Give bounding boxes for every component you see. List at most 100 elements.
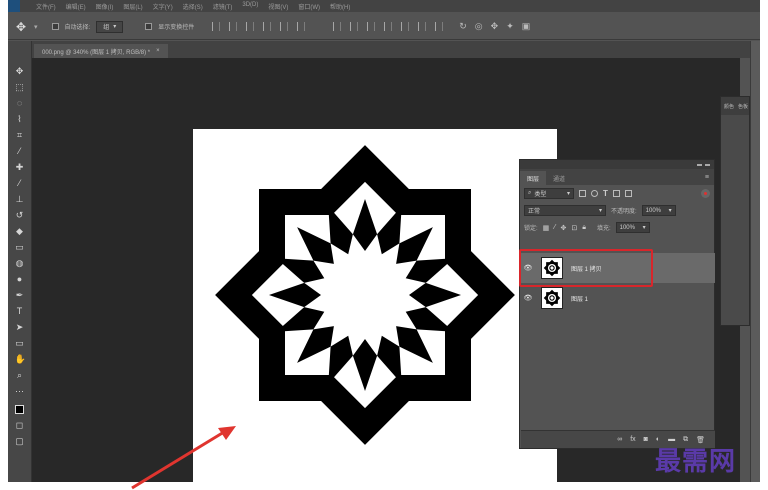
screen-mode-icon[interactable]: ▢ <box>15 437 25 446</box>
blend-row: 正常 ▾ 不透明度: 100% ▾ <box>520 202 714 219</box>
opacity-input[interactable]: 100% ▾ <box>641 205 676 216</box>
distribute-left-icon[interactable] <box>384 22 393 31</box>
lock-artboard-icon[interactable]: ⊡ <box>571 224 577 232</box>
panel-collapse-bar[interactable] <box>520 160 714 169</box>
lasso-tool-icon[interactable]: ◌ <box>15 99 25 108</box>
red-arrow-annotation <box>131 426 236 490</box>
move-tool-icon[interactable]: ✥ <box>15 67 25 76</box>
document-tab[interactable]: 000.png @ 340% (图层 1 拷贝, RGB/8) * × <box>34 44 168 58</box>
menu-3d[interactable]: 3D(D) <box>242 2 258 11</box>
menu-window[interactable]: 窗口(W) <box>298 2 320 11</box>
close-icon[interactable]: × <box>156 48 160 54</box>
hand-tool-icon[interactable]: ✋ <box>15 355 26 364</box>
brush-tool-icon[interactable]: ⁄ <box>15 179 25 188</box>
pixel-filter-icon[interactable] <box>579 190 586 197</box>
auto-select-dropdown[interactable]: 组 ▾ <box>96 20 124 33</box>
distribute-bottom-icon[interactable] <box>367 22 376 31</box>
menu-edit[interactable]: 编辑(E) <box>66 2 86 11</box>
selected-layer-highlight-box <box>519 249 653 287</box>
lock-position-icon[interactable]: ✥ <box>560 224 566 232</box>
visibility-eye-icon[interactable]: 👁︎ <box>521 294 535 302</box>
align-right-icon[interactable] <box>297 22 306 31</box>
document-tab-bar: 000.png @ 340% (图层 1 拷贝, RGB/8) * × <box>32 41 760 58</box>
align-top-icon[interactable] <box>212 22 221 31</box>
marquee-tool-icon[interactable]: ⬚ <box>15 83 25 92</box>
type-tool-icon[interactable]: T <box>15 307 25 316</box>
hamburger-menu-icon[interactable]: ≡ <box>705 174 709 181</box>
tab-channels[interactable]: 通道 <box>546 171 572 185</box>
show-transform-label: 显示变换控件 <box>158 25 195 31</box>
history-brush-tool-icon[interactable]: ↺ <box>15 211 25 220</box>
align-hcenter-icon[interactable] <box>280 22 289 31</box>
foreground-color-swatch[interactable] <box>15 405 24 414</box>
quick-mask-icon[interactable]: ◻ <box>15 421 25 430</box>
eraser-tool-icon[interactable]: ◆ <box>15 227 25 236</box>
3d-scale-icon[interactable]: ▣ <box>522 21 531 32</box>
link-icon[interactable]: ∞ <box>617 436 622 443</box>
3d-slide-icon[interactable]: ✦ <box>506 21 514 32</box>
ps-logo-icon <box>8 0 20 12</box>
mask-icon[interactable]: ◙ <box>644 436 648 443</box>
blur-tool-icon[interactable]: ◍ <box>15 259 25 268</box>
filter-kind-label: 类型 <box>534 192 547 198</box>
shape-tool-icon[interactable]: ▭ <box>15 339 25 348</box>
auto-align-icon[interactable] <box>435 22 444 31</box>
distribute-vcenter-icon[interactable] <box>350 22 359 31</box>
tab-color[interactable]: 颜色 <box>724 103 734 110</box>
lock-image-icon[interactable]: ⁄ <box>554 224 555 231</box>
3d-roll-icon[interactable]: ◎ <box>475 21 483 32</box>
zoom-tool-icon[interactable]: ⌕ <box>15 371 25 380</box>
distribute-top-icon[interactable] <box>333 22 342 31</box>
tab-layers[interactable]: 图层 <box>520 171 547 185</box>
menu-type[interactable]: 文字(Y) <box>153 2 173 11</box>
gradient-tool-icon[interactable]: ▭ <box>15 243 25 252</box>
fill-input[interactable]: 100% ▾ <box>615 222 650 233</box>
smart-object-filter-icon[interactable] <box>624 190 632 197</box>
lock-all-icon[interactable]: 🔒︎ <box>582 224 586 232</box>
distribute-hcenter-icon[interactable] <box>401 22 410 31</box>
path-select-tool-icon[interactable]: ➤ <box>15 323 25 332</box>
menu-help[interactable]: 帮助(H) <box>330 2 350 11</box>
shape-filter-icon[interactable] <box>612 190 620 197</box>
menu-file[interactable]: 文件(F) <box>36 2 56 11</box>
show-transform-checkbox[interactable] <box>145 23 153 30</box>
distribute-right-icon[interactable] <box>418 22 427 31</box>
layer-row[interactable]: 👁︎ 图层 1 <box>521 283 715 313</box>
tab-swatches[interactable]: 色板 <box>738 103 748 110</box>
align-buttons <box>212 22 444 31</box>
menu-image[interactable]: 图像(I) <box>96 2 114 11</box>
lock-transparent-icon[interactable]: ▦ <box>543 224 550 232</box>
fx-icon[interactable]: fx <box>630 436 635 443</box>
more-tools-icon[interactable]: ⋯ <box>15 387 25 396</box>
document-tab-title: 000.png @ 340% (图层 1 拷贝, RGB/8) * <box>42 49 151 56</box>
pen-tool-icon[interactable]: ✒ <box>15 291 25 300</box>
dodge-tool-icon[interactable]: ● <box>15 275 25 284</box>
adjustment-filter-icon[interactable] <box>591 190 598 197</box>
chevron-down-icon: ▾ <box>113 24 117 30</box>
menu-layer[interactable]: 图层(L) <box>123 2 142 11</box>
blend-mode-value: 正常 <box>528 209 541 215</box>
document-canvas[interactable] <box>193 129 557 482</box>
align-bottom-icon[interactable] <box>246 22 255 31</box>
type-filter-icon[interactable]: T <box>603 189 608 198</box>
search-icon: ⌕ <box>528 190 532 196</box>
3d-pan-icon[interactable]: ✥ <box>491 21 499 32</box>
filter-toggle[interactable] <box>701 189 710 198</box>
filter-kind-dropdown[interactable]: ⌕ 类型 ▾ <box>524 188 574 199</box>
align-left-icon[interactable] <box>263 22 272 31</box>
eyedropper-tool-icon[interactable]: ⁄ <box>15 147 25 156</box>
menu-view[interactable]: 视图(V) <box>268 2 288 11</box>
quick-select-tool-icon[interactable]: ⌇ <box>15 115 25 124</box>
move-tool-icon[interactable]: ✥ <box>14 20 28 34</box>
tools-panel: ✥ ⬚ ◌ ⌇ ⌗ ⁄ ✚ ⁄ ⊥ ↺ ◆ ▭ ◍ ● ✒ T ➤ ▭ ✋ ⌕ … <box>8 41 32 482</box>
auto-select-checkbox[interactable] <box>51 23 59 30</box>
menu-select[interactable]: 选择(S) <box>183 2 203 11</box>
3d-rotate-icon[interactable]: ↻ <box>459 21 467 32</box>
align-vcenter-icon[interactable] <box>229 22 238 31</box>
healing-brush-tool-icon[interactable]: ✚ <box>15 163 25 172</box>
blend-mode-dropdown[interactable]: 正常 ▾ <box>524 205 606 216</box>
clone-stamp-tool-icon[interactable]: ⊥ <box>15 195 25 204</box>
menu-filter[interactable]: 滤镜(T) <box>213 2 233 11</box>
crop-tool-icon[interactable]: ⌗ <box>15 131 25 140</box>
chevron-down-icon[interactable]: ▾ <box>34 23 38 31</box>
